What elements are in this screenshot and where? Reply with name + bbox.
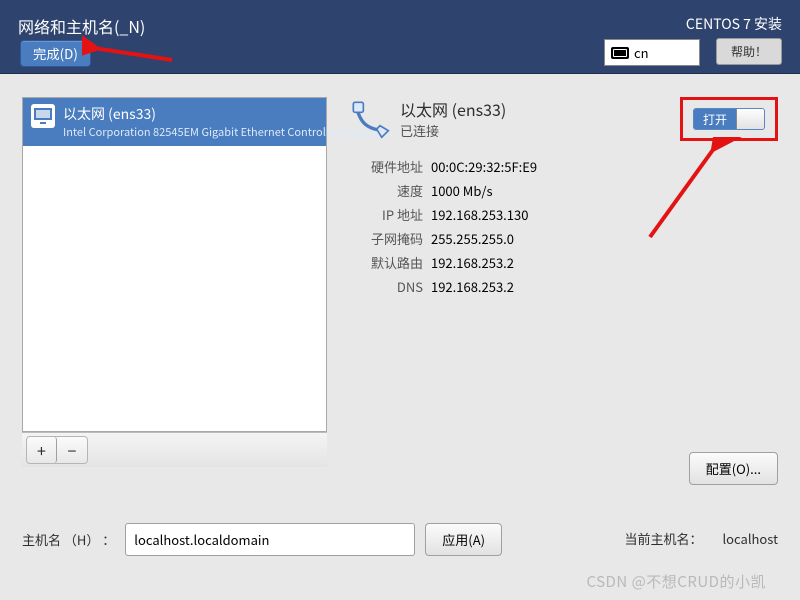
current-hostname-value: localhost [722,529,778,548]
ethernet-large-icon [348,97,392,141]
detail-status: 已连接 [400,121,506,140]
nic-list-toolbar: + − [22,432,327,467]
top-bar: 网络和主机名(_N) 完成(D) CENTOS 7 安装 cn 帮助！ [0,0,800,74]
help-button[interactable]: 帮助！ [716,38,782,65]
keyboard-layout-code: cn [634,43,649,62]
detail-title: 以太网 (ens33) [400,97,506,121]
keyboard-layout-indicator[interactable]: cn [604,39,700,66]
detail-row-value: 1000 Mb/s [431,181,493,200]
nic-list[interactable]: 以太网 (ens33) Intel Corporation 82545EM Gi… [22,97,327,432]
detail-row: IP 地址 192.168.253.130 [348,205,778,224]
annotation-highlight-toggle: 打开 [680,97,778,141]
page-title: 网络和主机名(_N) [18,14,145,38]
ethernet-icon [31,104,55,128]
detail-row-value: 255.255.255.0 [431,229,514,248]
nic-description: Intel Corporation 82545EM Gigabit Ethern… [63,124,387,140]
detail-row-key: 子网掩码 [348,229,423,248]
detail-row-value: 192.168.253.2 [431,277,514,296]
nic-name: 以太网 (ens33) [63,104,387,124]
detail-row-key: 硬件地址 [348,157,423,176]
detail-row-value: 00:0C:29:32:5F:E9 [431,157,537,176]
detail-row-value: 192.168.253.130 [431,205,528,224]
detail-row-key: IP 地址 [348,205,423,224]
done-button[interactable]: 完成(D) [20,40,91,67]
add-nic-button[interactable]: + [27,437,57,463]
detail-row: DNS 192.168.253.2 [348,277,778,296]
toggle-knob [736,109,764,129]
detail-row: 硬件地址 00:0C:29:32:5F:E9 [348,157,778,176]
toggle-on-label: 打开 [694,109,736,129]
current-hostname-label: 当前主机名： [624,529,702,548]
detail-row-key: 默认路由 [348,253,423,272]
current-hostname: 当前主机名： localhost [624,529,778,548]
keyboard-icon [611,47,629,59]
detail-row: 子网掩码 255.255.255.0 [348,229,778,248]
connection-toggle[interactable]: 打开 [693,108,765,130]
installer-brand: CENTOS 7 安装 [686,14,782,34]
detail-row: 默认路由 192.168.253.2 [348,253,778,272]
detail-row-key: DNS [348,277,423,296]
hostname-input[interactable] [125,523,415,556]
remove-nic-button[interactable]: − [57,437,87,463]
nic-list-item-selected[interactable]: 以太网 (ens33) Intel Corporation 82545EM Gi… [23,98,326,146]
apply-hostname-button[interactable]: 应用(A) [425,523,502,556]
configure-button[interactable]: 配置(O)... [689,452,778,485]
hostname-label: 主机名 （H） ： [22,530,115,549]
detail-row: 速度 1000 Mb/s [348,181,778,200]
detail-row-key: 速度 [348,181,423,200]
detail-row-value: 192.168.253.2 [431,253,514,272]
